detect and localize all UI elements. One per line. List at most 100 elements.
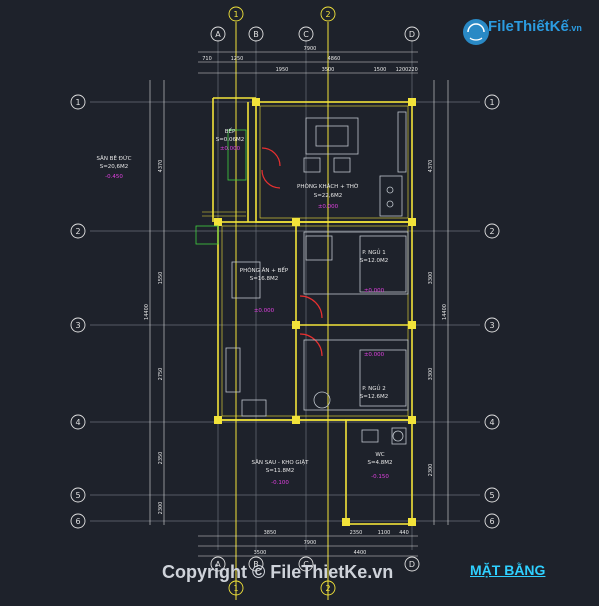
extra-axis-label-top-2: 2: [325, 10, 330, 19]
column: [408, 218, 416, 226]
room-area: S=16.8M2: [250, 276, 279, 282]
dim-bottom-seg: 4400: [354, 550, 367, 556]
dim-top-seg: 710: [202, 56, 212, 62]
door-arc: [299, 295, 323, 319]
sofa-set: [305, 117, 359, 155]
wardrobe-1: [359, 235, 407, 293]
armchair: [303, 157, 321, 173]
axis-label-right-1: 1: [489, 98, 494, 107]
room-name: WC: [375, 452, 384, 458]
axis-label-top-A: A: [215, 30, 221, 39]
bed-1: [303, 231, 409, 295]
extra-axis-label-top-1: 1: [233, 10, 238, 19]
column: [408, 98, 416, 106]
dim-bottom-seg: 440: [399, 530, 409, 536]
door-arc: [261, 147, 281, 167]
axis-label-right-5: 5: [489, 491, 494, 500]
room-level: ±0.000: [364, 352, 385, 358]
dim-right-seg: 3300: [428, 368, 434, 381]
door-arc: [299, 333, 323, 357]
dim-left-seg: 1550: [158, 272, 164, 285]
room-level: ±0.000: [254, 308, 275, 314]
plan-title: MẶT BẰNG: [470, 562, 546, 578]
dim-bottom-seg: 1100: [378, 530, 391, 536]
axis-label-left-2: 2: [75, 227, 80, 236]
room-name: BẾP: [225, 127, 236, 135]
wc-walls: [345, 419, 413, 525]
dim-bottom-seg: 2350: [350, 530, 363, 536]
column: [408, 416, 416, 424]
column: [292, 321, 300, 329]
dim-left-seg: 2300: [158, 502, 164, 515]
brand-name: FileThiếtKế.vn: [488, 18, 582, 35]
axis-label-right-3: 3: [489, 321, 494, 330]
column: [292, 416, 300, 424]
room-name: SÂN BÊ ĐỨC: [96, 154, 131, 162]
room-level: ±0.000: [364, 288, 385, 294]
room-name: P. NGỦ 1: [362, 248, 386, 256]
globe-icon: [463, 19, 489, 45]
dim-left-seg: 2750: [158, 368, 164, 381]
kitchen-counter: [225, 347, 241, 393]
dim-top-seg: 3500: [322, 67, 335, 73]
axis-label-left-3: 3: [75, 321, 80, 330]
column: [252, 98, 260, 106]
dim-bottom-seg: 3850: [264, 530, 277, 536]
room-area: S=4.8M2: [367, 460, 392, 466]
room-area: S=0.06M2: [216, 137, 245, 143]
dim-top-seg: 1250: [231, 56, 244, 62]
room-level: -0.150: [371, 474, 389, 480]
room-level: ±0.000: [220, 146, 241, 152]
dim-bottom-total: 7900: [304, 540, 317, 546]
brand-text: FileThiếtKế: [488, 18, 569, 35]
room-area: S=12.0M2: [360, 258, 389, 264]
room-name: P. NGỦ 2: [362, 384, 386, 392]
dim-top-total: 7900: [304, 46, 317, 52]
column: [408, 518, 416, 526]
copyright-watermark: Copyright © FileThietKe.vn: [162, 562, 394, 582]
axis-label-top-C: C: [303, 30, 309, 39]
dim-left-total: 14400: [144, 304, 150, 320]
brand-domain: .vn: [568, 23, 582, 33]
axis-label-left-5: 5: [75, 491, 80, 500]
armchair: [333, 157, 351, 173]
tv-shelf: [397, 111, 407, 173]
room-level: ±0.000: [318, 204, 339, 210]
column: [214, 218, 222, 226]
room-level: -0.450: [105, 174, 123, 180]
door-arc: [261, 169, 281, 189]
coffee-table: [315, 125, 349, 147]
dim-top-seg: 1500: [374, 67, 387, 73]
dim-top-seg: 1950: [276, 67, 289, 73]
decor: [386, 186, 394, 194]
extra-axis-label-bottom-1: 1: [233, 584, 238, 593]
axis-label-left-1: 1: [75, 98, 80, 107]
steps: [195, 225, 219, 245]
column: [408, 321, 416, 329]
dim-left-seg: 2350: [158, 452, 164, 465]
stove: [241, 399, 267, 417]
column: [342, 518, 350, 526]
dim-right-seg: 4370: [428, 160, 434, 173]
dim-top-seg: 220: [408, 67, 418, 73]
room-name: SÂN SAU - KHO GIẶT: [252, 459, 310, 466]
axis-label-right-4: 4: [489, 418, 494, 427]
axis-label-right-6: 6: [489, 517, 494, 526]
decor: [386, 200, 394, 208]
axis-label-top-B: B: [253, 30, 259, 39]
dim-right-total: 14400: [442, 304, 448, 320]
dim-bottom-seg: 3500: [254, 550, 267, 556]
column: [214, 416, 222, 424]
room-area: S=20,6M2: [100, 164, 129, 170]
room-name: PHÒNG KHÁCH + THỜ: [297, 183, 359, 190]
dim-top-seg: 4860: [328, 56, 341, 62]
axis-label-left-4: 4: [75, 418, 80, 427]
extra-axis-label-bottom-2: 2: [325, 584, 330, 593]
axis-label-bottom-D: D: [409, 560, 415, 569]
column: [292, 218, 300, 226]
toilet: [391, 427, 407, 445]
altar-cabinet: [379, 175, 403, 217]
dim-right-seg: 3300: [428, 272, 434, 285]
axis-label-left-6: 6: [75, 517, 80, 526]
axis-label-right-2: 2: [489, 227, 494, 236]
